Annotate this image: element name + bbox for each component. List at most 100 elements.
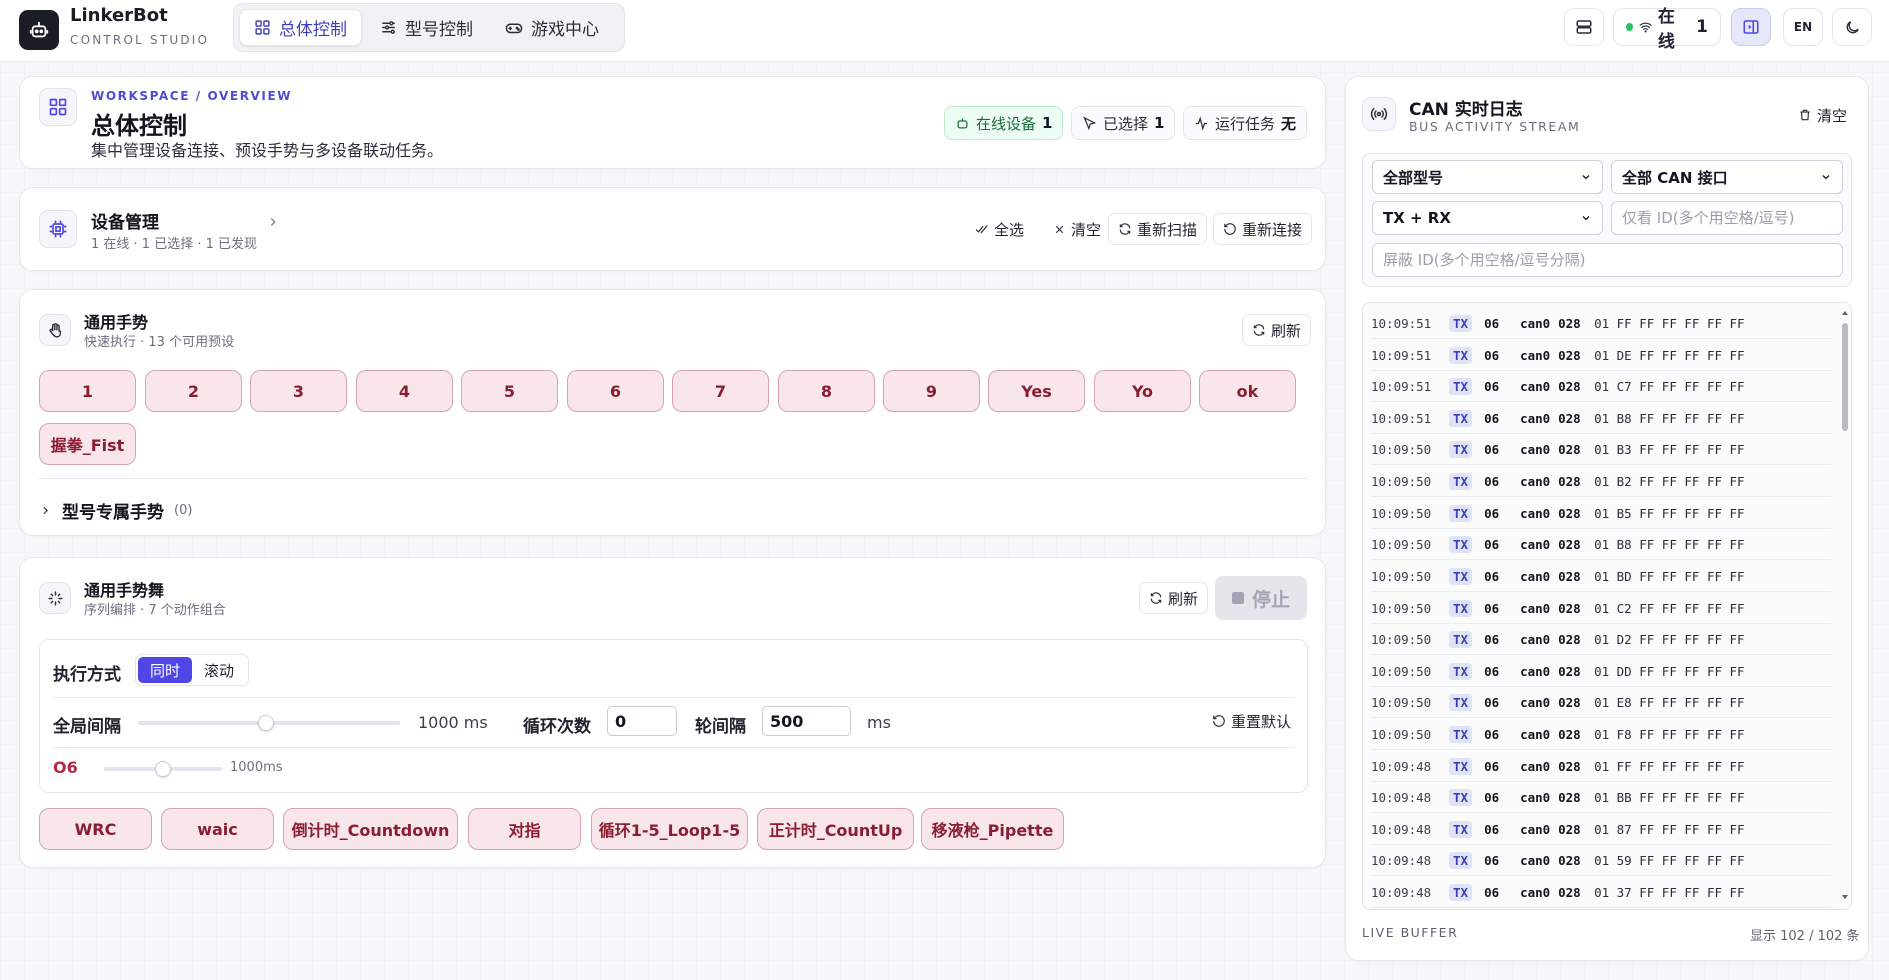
nav-tab-games[interactable]: 游戏中心 (491, 9, 613, 46)
reconnect-button[interactable]: 重新连接 (1213, 213, 1313, 245)
chip-cpu-icon (39, 210, 77, 248)
dance-button[interactable]: 正计时_CountUp (757, 808, 914, 850)
gestures-refresh-button[interactable]: 刷新 (1242, 314, 1312, 346)
gesture-button[interactable]: 1 (39, 370, 136, 412)
nav-tab-model[interactable]: 型号控制 (366, 9, 487, 46)
log-timestamp: 10:09:51 (1371, 315, 1432, 331)
device-interval-label: O6 (53, 758, 78, 777)
log-timestamp: 10:09:50 (1371, 694, 1432, 710)
log-timestamp: 10:09:50 (1371, 568, 1432, 584)
can-log-list[interactable]: 10:09:51 TX 06 can0 028 01 FF FF FF FF FF FF … (1362, 302, 1852, 910)
log-scroll-thumb[interactable] (1842, 323, 1848, 431)
clear-selection-button[interactable]: 清空 (1043, 213, 1111, 245)
round-interval-label: 轮间隔 (695, 717, 746, 737)
settings-divider (53, 747, 1294, 748)
gesture-button[interactable]: 8 (778, 370, 875, 412)
log-direction-badge: TX (1449, 662, 1473, 680)
gesture-button[interactable]: 4 (356, 370, 453, 412)
gesture-button[interactable]: Yes (988, 370, 1085, 412)
log-data: 01 C7 FF FF FF FF FF (1594, 378, 1745, 394)
rescan-button[interactable]: 重新扫描 (1108, 213, 1208, 245)
reset-defaults-button[interactable]: 重置默认 (1202, 705, 1301, 737)
interface-filter-select[interactable]: 全部 CAN 接口 (1611, 160, 1843, 194)
log-interface: can0 (1520, 410, 1551, 426)
log-scrollbar[interactable] (1841, 309, 1849, 901)
dance-button[interactable]: 倒计时_Countdown (283, 808, 458, 850)
chevron-right-icon[interactable] (266, 215, 280, 233)
dance-button[interactable]: waic (161, 808, 274, 850)
log-timestamp: 10:09:50 (1371, 631, 1432, 647)
select-all-button[interactable]: 全选 (965, 213, 1034, 245)
scroll-down-icon[interactable] (1841, 893, 1849, 901)
language-button[interactable]: EN (1783, 8, 1823, 46)
log-device: 06 (1484, 347, 1500, 363)
clear-log-button[interactable]: 清空 (1788, 99, 1857, 131)
model-filter-select[interactable]: 全部型号 (1372, 160, 1603, 194)
page-subtitle: 集中管理设备连接、预设手势与多设备联动任务。 (91, 141, 444, 160)
can-log-subtitle: BUS ACTIVITY STREAM (1409, 119, 1581, 134)
main-nav: 总体控制 型号控制 游戏中心 (233, 3, 625, 52)
gesture-button[interactable]: 2 (145, 370, 242, 412)
gesture-button[interactable]: ok (1199, 370, 1296, 412)
gesture-button[interactable]: 9 (883, 370, 980, 412)
gesture-button[interactable]: 6 (567, 370, 664, 412)
rotate-ccw-icon (1224, 223, 1236, 235)
log-direction-badge: TX (1449, 409, 1473, 427)
round-interval-input[interactable] (762, 706, 851, 736)
only-id-input[interactable] (1611, 201, 1843, 235)
log-device: 06 (1484, 410, 1500, 426)
dance-button[interactable]: 循环1-5_Loop1-5 (591, 808, 748, 850)
log-interface: can0 (1520, 568, 1551, 584)
model-gestures-toggle[interactable]: 型号专属手势 (0) (39, 498, 192, 523)
sparkle-icon (39, 582, 71, 614)
device-management-title: 设备管理 (91, 213, 159, 233)
model-gestures-title: 型号专属手势 (62, 503, 164, 523)
gesture-button[interactable]: Yo (1094, 370, 1191, 412)
button-label: 重新连接 (1242, 220, 1303, 239)
theme-toggle-button[interactable] (1832, 8, 1872, 46)
log-row: 10:09:51 TX 06 can0 028 01 FF FF FF FF FF FF (1371, 308, 1831, 339)
log-id: 028 (1558, 821, 1581, 837)
nav-tab-overview[interactable]: 总体控制 (239, 9, 362, 46)
gesture-button[interactable]: 7 (672, 370, 769, 412)
chip-label: 运行任务 (1215, 114, 1276, 133)
log-id: 028 (1558, 347, 1581, 363)
dance-button[interactable]: 移液枪_Pipette (921, 808, 1064, 850)
online-status-pill[interactable]: 在线 1 (1613, 7, 1721, 52)
log-id: 028 (1558, 378, 1581, 394)
device-interval-slider-handle[interactable] (155, 761, 171, 777)
log-interface: can0 (1520, 600, 1551, 616)
brand-name: LinkerBot (70, 5, 168, 26)
log-direction-badge: TX (1449, 504, 1473, 522)
loop-count-input[interactable] (607, 706, 677, 736)
log-row: 10:09:50 TX 06 can0 028 01 D2 FF FF FF FF FF (1371, 624, 1831, 655)
toggle-log-panel-button[interactable] (1731, 8, 1771, 46)
mode-option-simultaneous[interactable]: 同时 (138, 657, 193, 683)
log-interface: can0 (1520, 315, 1551, 331)
global-interval-slider-handle[interactable] (258, 715, 274, 731)
gesture-button[interactable]: 握拳_Fist (39, 423, 136, 465)
direction-filter-select[interactable]: TX + RX (1372, 201, 1603, 235)
gesture-button[interactable]: 5 (461, 370, 558, 412)
chip-value: 1 (1042, 114, 1053, 132)
log-row: 10:09:50 TX 06 can0 028 01 B5 FF FF FF FF FF (1371, 498, 1831, 529)
nav-tab-label: 游戏中心 (531, 20, 599, 40)
server-layout-button[interactable] (1564, 8, 1604, 46)
log-timestamp: 10:09:50 (1371, 663, 1432, 679)
log-id: 028 (1558, 663, 1581, 679)
chip-value: 1 (1154, 114, 1165, 132)
dance-button[interactable]: WRC (39, 808, 152, 850)
loop-count-label: 循环次数 (523, 717, 591, 737)
dance-refresh-button[interactable]: 刷新 (1139, 582, 1209, 614)
stop-button[interactable]: 停止 (1215, 576, 1307, 620)
mode-option-rolling[interactable]: 滚动 (192, 657, 246, 683)
log-direction-badge: TX (1449, 630, 1473, 648)
log-id: 028 (1558, 726, 1581, 742)
log-timestamp: 10:09:50 (1371, 505, 1432, 521)
gesture-button[interactable]: 3 (250, 370, 347, 412)
scroll-up-icon[interactable] (1841, 309, 1849, 317)
live-buffer-label: LIVE BUFFER (1362, 925, 1459, 940)
block-id-input[interactable] (1372, 243, 1843, 277)
dance-button[interactable]: 对指 (468, 808, 581, 850)
log-count-label: 显示 102 / 102 条 (1750, 929, 1860, 944)
